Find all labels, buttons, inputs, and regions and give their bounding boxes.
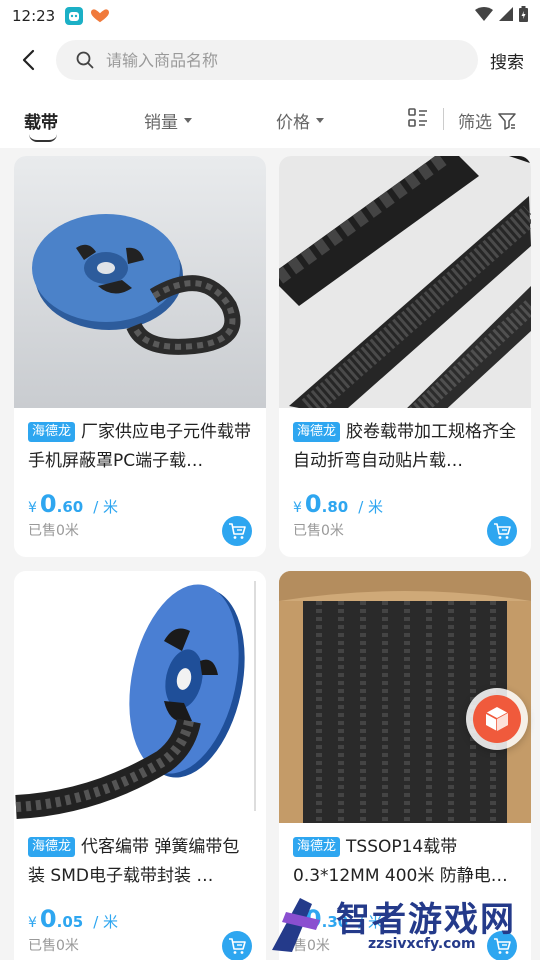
product-price: ¥ 0 .30 / 米 <box>293 905 517 933</box>
product-title: 海德龙TSSOP14载带0.3*12MM 400米 防静电载带 … <box>293 833 517 891</box>
sort-arrow-icon <box>316 118 324 123</box>
tab-label: 筛选 <box>458 113 492 133</box>
add-to-cart-button[interactable] <box>487 516 517 546</box>
status-time: 12:23 <box>12 7 56 25</box>
signal-icon <box>499 7 513 25</box>
price-integer: 0 <box>39 490 57 518</box>
product-price: ¥ 0 .05 / 米 <box>28 905 252 933</box>
product-title: 海德龙 厂家供应电子元件载带手机屏蔽罩PC端子载… <box>28 418 252 476</box>
brand-badge: 海德龙 <box>28 837 76 857</box>
sold-count: 已售0米 <box>28 938 79 954</box>
battery-icon <box>519 6 528 26</box>
price-currency: ¥ <box>28 915 37 931</box>
filter-icon <box>498 112 516 130</box>
price-decimal: .60 <box>56 498 84 516</box>
cube-icon <box>485 707 509 731</box>
price-unit: / 米 <box>358 498 384 516</box>
product-image <box>14 156 266 408</box>
back-button[interactable] <box>0 32 56 88</box>
chevron-left-icon <box>22 49 35 71</box>
cart-icon <box>494 523 511 539</box>
tab-label: 价格 <box>276 113 310 133</box>
product-price: ¥ 0 .60 / 米 <box>28 490 252 518</box>
product-card[interactable]: 海德龙TSSOP14载带0.3*12MM 400米 防静电载带 … ¥ 0 .3… <box>279 571 531 960</box>
price-unit: / 米 <box>93 498 119 516</box>
price-decimal: .80 <box>321 498 349 516</box>
price-integer: 0 <box>304 905 322 933</box>
sold-count: 已售0米 <box>293 523 344 539</box>
app-notification-icon <box>65 7 84 25</box>
tab-label: 销量 <box>144 113 178 133</box>
search-input[interactable] <box>106 50 446 70</box>
tab-price[interactable]: 价格 <box>276 108 324 133</box>
cart-icon <box>229 938 246 954</box>
floating-button-body <box>473 695 521 743</box>
product-card[interactable]: 海德龙 代客编带 弹簧编带包装 SMD电子载带封装 … ¥ 0 .05 / 米 已… <box>14 571 266 960</box>
add-to-cart-button[interactable] <box>222 516 252 546</box>
status-bar: 12:23 <box>0 0 540 32</box>
sold-count: 售0米 <box>293 938 330 954</box>
product-price: ¥ 0 .80 / 米 <box>293 490 517 518</box>
tab-sales[interactable]: 销量 <box>144 108 192 133</box>
cart-icon <box>494 938 511 954</box>
tab-divider <box>443 108 444 130</box>
brand-badge: 海德龙 <box>28 422 76 442</box>
price-unit: / 米 <box>358 913 384 931</box>
list-layout-icon <box>408 108 427 127</box>
add-to-cart-button[interactable] <box>487 931 517 960</box>
filter-tabs: 载带 销量 价格 筛选 <box>0 88 540 148</box>
active-tab-indicator <box>29 134 57 142</box>
tab-label: 载带 <box>24 113 58 133</box>
price-decimal: .05 <box>56 913 84 931</box>
price-unit: / 米 <box>93 913 119 931</box>
wifi-icon <box>475 7 493 25</box>
product-title: 海德龙 胶卷载带加工规格齐全自动折弯自动贴片载… <box>293 418 517 476</box>
brand-badge: 海德龙 <box>293 422 341 442</box>
tab-carrier-tape[interactable]: 载带 <box>24 108 58 133</box>
cart-icon <box>229 523 246 539</box>
search-header: 搜索 <box>0 32 540 88</box>
heart-notification-icon <box>91 7 110 25</box>
sort-arrow-icon <box>184 118 192 123</box>
product-card[interactable]: 海德龙 厂家供应电子元件载带手机屏蔽罩PC端子载… ¥ 0 .60 / 米 已售0… <box>14 156 266 557</box>
brand-badge: 海德龙 <box>293 837 341 857</box>
floating-action-button[interactable] <box>466 688 528 750</box>
layout-toggle-button[interactable] <box>408 108 428 128</box>
add-to-cart-button[interactable] <box>222 931 252 960</box>
search-icon <box>76 51 94 69</box>
sold-count: 已售0米 <box>28 523 79 539</box>
price-decimal: .30 <box>321 913 349 931</box>
price-currency: ¥ <box>293 915 302 931</box>
product-card[interactable]: 海德龙 胶卷载带加工规格齐全自动折弯自动贴片载… ¥ 0 .80 / 米 已售0米 <box>279 156 531 557</box>
price-currency: ¥ <box>28 500 37 516</box>
product-image <box>279 156 531 408</box>
search-box[interactable] <box>56 40 478 80</box>
search-button[interactable]: 搜索 <box>490 48 524 73</box>
product-title: 海德龙 代客编带 弹簧编带包装 SMD电子载带封装 … <box>28 833 252 891</box>
price-integer: 0 <box>304 490 322 518</box>
tab-filter[interactable]: 筛选 <box>458 108 516 133</box>
product-image <box>14 571 266 823</box>
price-integer: 0 <box>39 905 57 933</box>
price-currency: ¥ <box>293 500 302 516</box>
